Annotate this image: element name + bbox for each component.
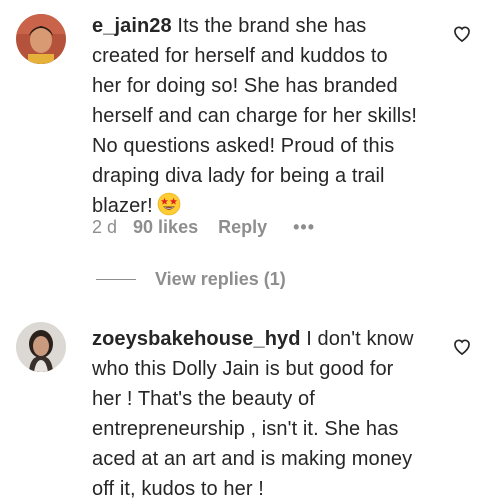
comment-likes[interactable]: 90 likes	[133, 217, 198, 238]
replies-divider	[96, 278, 136, 280]
comment-username[interactable]: zoeysbakehouse_hyd	[92, 328, 301, 350]
comment-body: e_jain28 Its the brand she has created f…	[92, 11, 452, 221]
comment-body: zoeysbakehouse_hyd I don't know who this…	[92, 324, 452, 504]
reply-button[interactable]: Reply	[218, 217, 267, 238]
avatar-photo	[16, 322, 66, 372]
comment-username[interactable]: e_jain28	[92, 15, 172, 37]
comment-text-line: blazer!	[92, 195, 153, 217]
comment-text-line: her ! That's the beauty of	[92, 388, 315, 410]
heart-outline-icon[interactable]	[452, 337, 472, 357]
comment-item: zoeysbakehouse_hyd I don't know who this…	[0, 300, 483, 500]
comment-text-line: aced at an art and is making money	[92, 448, 413, 470]
view-replies-button[interactable]: View replies (1)	[96, 267, 286, 291]
more-options-icon[interactable]: •••	[293, 217, 315, 238]
comment-text-line: draping diva lady for being a trail	[92, 165, 385, 187]
comment-text-line: No questions asked! Proud of this	[92, 135, 395, 157]
comment-text-line: herself and can charge for her skills!	[92, 105, 418, 127]
view-replies-label[interactable]: View replies (1)	[155, 269, 286, 290]
comment-text-line: entrepreneurship , isn't it. She has	[92, 418, 399, 440]
comment-item: e_jain28 Its the brand she has created f…	[0, 0, 483, 300]
star-struck-emoji	[157, 192, 181, 216]
comment-text-line: created for herself and kuddos to	[92, 45, 388, 67]
heart-outline-icon[interactable]	[452, 24, 472, 44]
comment-text-line: her for doing so! She has branded	[92, 75, 398, 97]
avatar-photo	[16, 14, 66, 64]
comment-text-line: I don't know	[306, 328, 414, 350]
avatar[interactable]	[16, 322, 66, 372]
avatar[interactable]	[16, 14, 66, 64]
comment-text-line: who this Dolly Jain is but good for	[92, 358, 394, 380]
comment-text-line: Its the brand she has	[177, 15, 367, 37]
comment-text-line: off it, kudos to her !	[92, 478, 264, 500]
comment-meta: 2 d 90 likes Reply •••	[92, 215, 315, 239]
comment-time: 2 d	[92, 216, 118, 237]
